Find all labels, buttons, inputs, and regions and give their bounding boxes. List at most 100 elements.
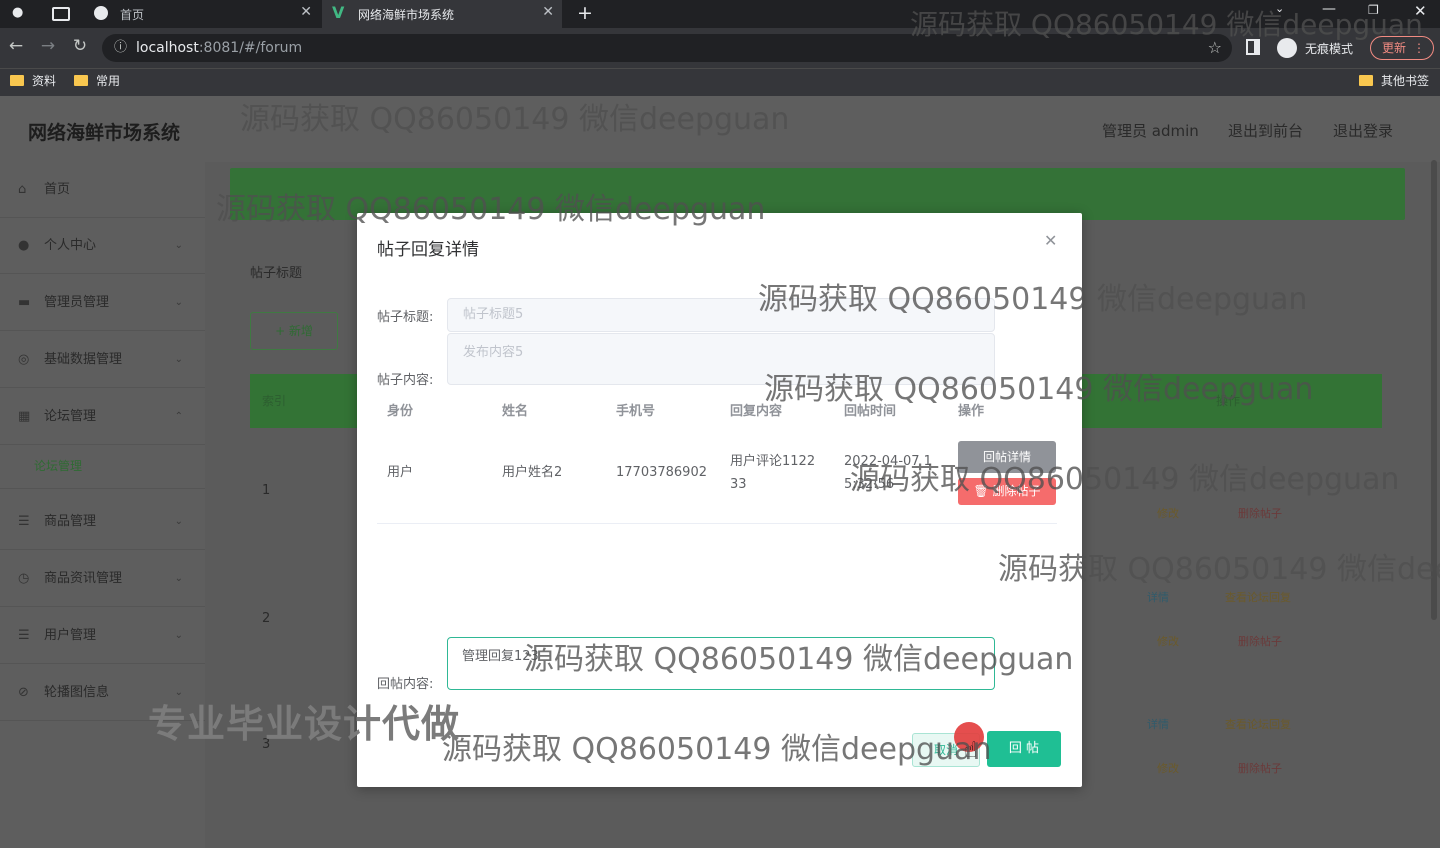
chevron-down-icon: ⌄ xyxy=(174,516,183,527)
edit-link[interactable]: 修改 xyxy=(1157,505,1179,521)
close-tab-icon[interactable]: ✕ xyxy=(300,4,312,20)
submit-reply-button[interactable]: 回 帖 xyxy=(987,731,1061,767)
dialog-title: 帖子回复详情 xyxy=(377,240,479,260)
cell-content: 用户评论1122 33 xyxy=(730,454,816,492)
vue-icon: V xyxy=(332,3,345,22)
close-icon[interactable]: ✕ xyxy=(1044,231,1057,250)
sidebar-item-label: 轮播图信息 xyxy=(44,685,110,700)
row-number: 2 xyxy=(262,611,271,626)
chevron-down-icon: ⌄ xyxy=(174,354,183,365)
row-divider xyxy=(377,523,1057,524)
sidebar-item-basedata[interactable]: ◎ 基础数据管理 ⌄ xyxy=(0,332,205,388)
carousel-icon: ⊘ xyxy=(18,685,29,700)
sidebar-item-users[interactable]: ☰ 用户管理 ⌄ xyxy=(0,608,205,664)
bookmark-folder-2[interactable]: 常用 xyxy=(74,73,120,89)
sidebar-subitem-forum[interactable]: 论坛管理 xyxy=(0,439,205,489)
home-icon: ⌂ xyxy=(18,182,27,197)
post-title-value: 帖子标题5 xyxy=(463,307,524,322)
back-icon[interactable]: ← xyxy=(6,36,26,56)
chevron-up-icon: ⌃ xyxy=(174,411,183,422)
forward-icon[interactable]: → xyxy=(38,36,58,56)
forum-icon: ▦ xyxy=(18,409,31,424)
watermark: 源码获取 QQ86050149 微信deepguan xyxy=(850,462,1400,497)
watermark: 源码获取 QQ86050149 微信deepguan xyxy=(442,732,992,767)
bookmark-folder-1[interactable]: 资料 xyxy=(10,73,56,89)
row-number: 1 xyxy=(262,483,271,498)
url-path: :8081/#/forum xyxy=(198,40,303,56)
edit-link[interactable]: 修改 xyxy=(1157,633,1179,649)
col-header-identity: 身份 xyxy=(387,404,414,419)
sidebar-item-home[interactable]: ⌂ 首页 xyxy=(0,162,205,218)
bookmark-label: 资料 xyxy=(32,74,57,88)
add-button[interactable]: + 新增 xyxy=(250,312,338,350)
cell-name: 用户姓名2 xyxy=(502,465,563,480)
admin-icon: ▬ xyxy=(18,295,31,310)
sidebar-item-label: 管理员管理 xyxy=(44,295,110,310)
cell-identity: 用户 xyxy=(387,465,414,480)
chrome-menu-icon[interactable]: ● xyxy=(12,5,23,20)
admin-label: 管理员 admin xyxy=(1102,122,1199,140)
tab-app[interactable]: V 网络海鲜市场系统 ✕ xyxy=(322,0,562,28)
sidebar-item-label: 基础数据管理 xyxy=(44,352,123,367)
chevron-down-icon: ⌄ xyxy=(174,240,183,251)
edit-link[interactable]: 修改 xyxy=(1157,760,1179,776)
watermark: 源码获取 QQ86050149 微信deepguan xyxy=(764,372,1314,407)
url-host: localhost xyxy=(136,40,199,56)
col-header-phone: 手机号 xyxy=(616,404,656,419)
sidebar-item-profile[interactable]: ● 个人中心 ⌄ xyxy=(0,218,205,274)
detail-link[interactable]: 详情 xyxy=(1147,589,1169,605)
sidebar-item-label: 论坛管理 xyxy=(34,459,83,473)
bookmarks-bar xyxy=(0,68,1440,96)
bookmark-label: 其他书签 xyxy=(1381,74,1430,88)
sidebar-item-forum[interactable]: ▦ 论坛管理 ⌃ xyxy=(0,389,205,445)
search-label: 帖子标题 xyxy=(250,266,303,281)
chevron-down-icon: ⌄ xyxy=(174,573,183,584)
folder-icon xyxy=(10,75,24,86)
view-replies-link[interactable]: 查看论坛回复 xyxy=(1225,716,1291,732)
app-title: 网络海鲜市场系统 xyxy=(28,122,181,144)
post-content-label: 帖子内容: xyxy=(377,373,434,388)
tab-home[interactable]: 首页 ✕ xyxy=(84,0,320,28)
logout-link[interactable]: 退出登录 xyxy=(1333,120,1393,141)
window-icon[interactable] xyxy=(52,7,70,21)
chevron-down-icon: ⌄ xyxy=(174,297,183,308)
update-label: 更新 xyxy=(1382,41,1407,55)
other-bookmarks[interactable]: 其他书签 xyxy=(1359,73,1429,89)
cell-phone: 17703786902 xyxy=(616,465,707,480)
close-tab-icon[interactable]: ✕ xyxy=(542,4,554,20)
chevron-down-icon: ⌄ xyxy=(174,630,183,641)
tab-label: 网络海鲜市场系统 xyxy=(358,7,455,22)
sidebar-item-label: 首页 xyxy=(44,182,71,197)
watermark: 源码获取 QQ86050149 微信deepguan xyxy=(216,192,766,227)
delete-link[interactable]: 删除帖子 xyxy=(1238,760,1282,776)
watermark: 源码获取 QQ86050149 微信deepguan xyxy=(998,552,1440,587)
watermark: 源码获取 QQ86050149 微信deepguan xyxy=(758,282,1308,317)
news-icon: ◷ xyxy=(18,571,30,586)
sidebar-item-goods[interactable]: ☰ 商品管理 ⌄ xyxy=(0,494,205,550)
detail-link[interactable]: 详情 xyxy=(1147,716,1169,732)
view-replies-link[interactable]: 查看论坛回复 xyxy=(1225,589,1291,605)
new-tab-icon[interactable]: + xyxy=(577,2,593,24)
back-to-front-link[interactable]: 退出到前台 xyxy=(1228,120,1303,141)
bookmark-label: 常用 xyxy=(96,74,121,88)
goods-icon: ☰ xyxy=(18,514,30,529)
post-content-value: 发布内容5 xyxy=(463,345,524,360)
users-icon: ☰ xyxy=(18,628,30,643)
data-icon: ◎ xyxy=(18,352,30,367)
tab-label: 首页 xyxy=(120,7,145,22)
sidebar-item-label: 个人中心 xyxy=(44,238,97,253)
globe-icon xyxy=(94,6,108,20)
post-title-label: 帖子标题: xyxy=(377,310,434,325)
sidebar-item-admins[interactable]: ▬ 管理员管理 ⌄ xyxy=(0,275,205,331)
sidebar-item-news[interactable]: ◷ 商品资讯管理 ⌄ xyxy=(0,551,205,607)
user-icon: ● xyxy=(18,238,30,253)
sidebar-item-label: 用户管理 xyxy=(44,628,97,643)
info-icon: ⓘ xyxy=(114,40,128,55)
delete-link[interactable]: 删除帖子 xyxy=(1238,505,1282,521)
watermark: 源码获取 QQ86050149 微信deepguan xyxy=(524,642,1074,677)
delete-link[interactable]: 删除帖子 xyxy=(1238,633,1282,649)
watermark: 源码获取 QQ86050149 微信deepguan xyxy=(910,8,1423,41)
reload-icon[interactable]: ↻ xyxy=(70,36,90,56)
col-header-name: 姓名 xyxy=(502,404,529,419)
sidebar-item-label: 论坛管理 xyxy=(44,409,97,424)
